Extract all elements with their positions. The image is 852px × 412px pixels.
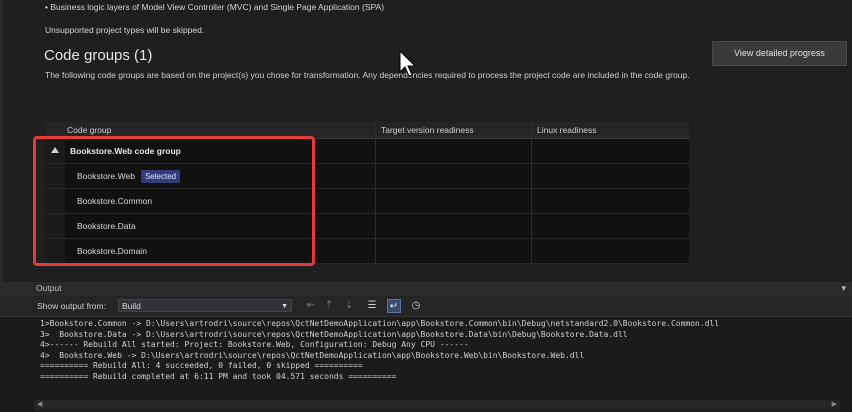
pin-icon[interactable]: ▾: [841, 283, 846, 294]
code-groups-heading: Code groups (1): [44, 47, 153, 64]
scroll-left-icon[interactable]: ◀: [37, 400, 42, 410]
clock-icon[interactable]: ◷: [409, 299, 423, 313]
log-line: 3> Bookstore.Data -> D:\Users\artrodri\s…: [40, 329, 628, 339]
column-header-target-readiness[interactable]: Target version readiness: [381, 125, 474, 135]
scroll-right-icon[interactable]: ▶: [832, 400, 837, 410]
highlight-box: [33, 136, 315, 266]
next-message-icon[interactable]: ⇣: [342, 299, 356, 313]
transformation-panel: • Business logic layers of Model View Co…: [0, 0, 852, 282]
output-source-value: Build: [122, 301, 141, 311]
output-log[interactable]: 1>Bookstore.Common -> D:\Users\artrodri\…: [40, 319, 840, 382]
horizontal-scrollbar[interactable]: ◀ ▶: [34, 400, 840, 410]
chevron-down-icon: ▼: [281, 303, 288, 310]
code-groups-description: The following code groups are based on t…: [45, 70, 690, 80]
view-detailed-progress-button[interactable]: View detailed progress: [712, 41, 847, 66]
log-line: ========== Rebuild All: 4 succeeded, 0 f…: [40, 361, 363, 370]
output-source-select[interactable]: Build ▼: [118, 299, 292, 312]
log-line: 4>------ Rebuild All started: Project: B…: [40, 340, 469, 349]
log-line: ========== Rebuild completed at 6:11 PM …: [40, 371, 397, 381]
output-toolbar: Show output from: Build ▼ ⇤ ⇡ ⇣ ☰ ↵ ◷: [0, 296, 852, 317]
left-edge: [0, 0, 3, 282]
unsupported-note: Unsupported project types will be skippe…: [45, 25, 205, 35]
output-title-bar: Output ▾: [0, 282, 852, 296]
column-header-code-group[interactable]: Code group: [67, 125, 111, 135]
output-title: Output: [36, 283, 62, 293]
clear-all-icon[interactable]: ☰: [365, 299, 379, 313]
intro-bullet: • Business logic layers of Model View Co…: [45, 2, 385, 12]
log-line: 1>Bookstore.Common -> D:\Users\artrodri\…: [40, 319, 720, 328]
show-output-label: Show output from:: [37, 301, 106, 311]
column-header-linux-readiness[interactable]: Linux readiness: [537, 125, 597, 135]
word-wrap-icon[interactable]: ↵: [387, 299, 401, 313]
mouse-pointer-icon: [399, 50, 417, 77]
find-message-icon[interactable]: ⇤: [304, 299, 318, 313]
log-line: 4> Bookstore.Web -> D:\Users\artrodri\so…: [40, 350, 585, 360]
prev-message-icon[interactable]: ⇡: [322, 299, 336, 313]
